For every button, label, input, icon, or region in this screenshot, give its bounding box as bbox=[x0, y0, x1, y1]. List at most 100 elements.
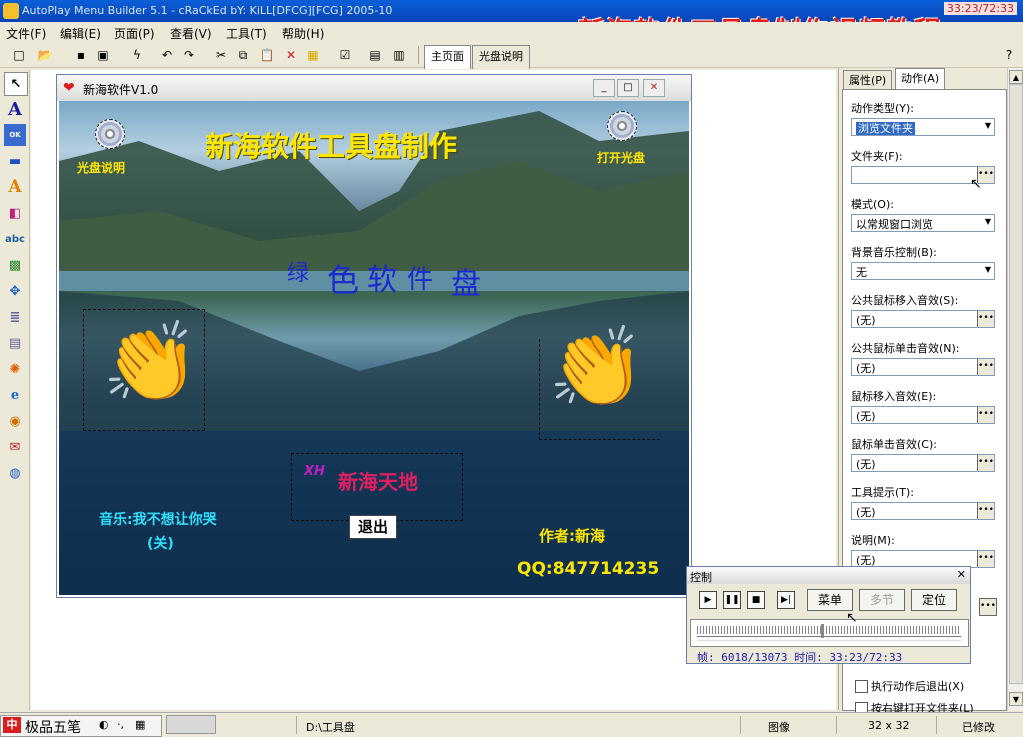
save-all-icon[interactable]: ▣ bbox=[94, 46, 112, 64]
cut-icon[interactable]: ✂ bbox=[212, 46, 230, 64]
document-tool-icon[interactable]: ▤ bbox=[4, 332, 26, 354]
status-bar: 中 极品五笔 ◐ ·, ▦ D:\工具盘 图像 32 x 32 已修改 bbox=[0, 712, 1023, 737]
hover-sound-field[interactable]: (无) ••• bbox=[851, 406, 995, 424]
next-frame-icon[interactable]: ▶| bbox=[777, 591, 795, 609]
toolbar-separator bbox=[418, 46, 419, 64]
global-click-sound-field[interactable]: (无) ••• bbox=[851, 358, 995, 376]
music-label[interactable]: 音乐:我不想让你哭 bbox=[99, 509, 217, 529]
exit-after-action-label: 执行动作后退出(X) bbox=[871, 680, 965, 693]
list-tool-icon[interactable]: ≣ bbox=[4, 306, 26, 328]
action-type-dropdown[interactable]: 浏览文件夹 bbox=[851, 118, 995, 136]
scroll-down-icon[interactable]: ▼ bbox=[1009, 692, 1023, 706]
ime-logo-icon[interactable]: 中 bbox=[3, 717, 21, 733]
select-arrow-icon[interactable]: ↖ bbox=[4, 72, 28, 96]
global-hover-sound-field[interactable]: (无) ••• bbox=[851, 310, 995, 328]
multi-section-button[interactable]: 多节 bbox=[859, 589, 905, 611]
browse-button[interactable]: ••• bbox=[979, 598, 997, 616]
panel-scrollbar[interactable]: ▲ ▼ bbox=[1007, 68, 1023, 710]
ime-name: 极品五笔 bbox=[25, 720, 81, 736]
exit-after-action-checkbox[interactable] bbox=[855, 680, 868, 693]
hand-right-selection[interactable]: 👏 bbox=[539, 329, 660, 440]
browse-button[interactable]: ••• bbox=[977, 359, 994, 375]
flash-tool-icon[interactable]: ✺ bbox=[4, 358, 26, 380]
punctuation-icon[interactable]: ·, bbox=[117, 718, 124, 731]
new-file-icon[interactable]: □ bbox=[10, 46, 28, 64]
disc-icon-left[interactable] bbox=[95, 119, 125, 149]
undo-icon[interactable]: ↶ bbox=[158, 46, 176, 64]
locate-button[interactable]: 定位 bbox=[911, 589, 957, 611]
browser-tool-icon[interactable]: e bbox=[4, 384, 26, 406]
disc-icon-right[interactable] bbox=[607, 111, 637, 141]
redo-icon[interactable]: ↷ bbox=[180, 46, 198, 64]
close-icon[interactable]: ✕ bbox=[957, 568, 966, 581]
design-window[interactable]: ❤ 新海软件V1.0 _ □ ✕ 光盘说明 新海软件工具盘制作 打开光盘 绿 色… bbox=[56, 74, 692, 598]
paste-icon[interactable]: 📋 bbox=[258, 46, 276, 64]
save-icon[interactable]: ▪ bbox=[72, 46, 90, 64]
browse-button[interactable]: ••• bbox=[977, 407, 994, 423]
hotspot-tool-icon[interactable]: ✥ bbox=[4, 280, 26, 302]
browse-button[interactable]: ••• bbox=[977, 311, 994, 327]
delete-icon[interactable]: ✕ bbox=[282, 46, 300, 64]
text-tool-icon[interactable]: A bbox=[4, 98, 26, 120]
menu-button[interactable]: 菜单 bbox=[807, 589, 853, 611]
scroll-thumb[interactable] bbox=[1009, 84, 1023, 684]
image-tool-icon[interactable]: ▩ bbox=[4, 254, 26, 276]
close-icon[interactable]: ✕ bbox=[643, 79, 665, 97]
copy-icon[interactable]: ⧉ bbox=[234, 46, 252, 64]
click-sound-field[interactable]: (无) ••• bbox=[851, 454, 995, 472]
global-click-sound-label: 公共鼠标单击音效(N): bbox=[851, 342, 960, 355]
browse-button[interactable]: ••• bbox=[977, 551, 994, 567]
moon-icon[interactable]: ◐ bbox=[99, 718, 109, 731]
tooltip-label: 工具提示(T): bbox=[851, 486, 915, 499]
menu-edit[interactable]: 编辑(E) bbox=[60, 25, 101, 42]
globe-tool-icon[interactable]: ◍ bbox=[4, 462, 26, 484]
duplicate-icon[interactable]: ▦ bbox=[304, 46, 322, 64]
timeline-slider[interactable] bbox=[690, 619, 969, 647]
minimize-icon[interactable]: _ bbox=[593, 79, 615, 97]
menu-page[interactable]: 页面(P) bbox=[114, 25, 155, 42]
menu-file[interactable]: 文件(F) bbox=[6, 25, 46, 42]
stop-icon[interactable]: ■ bbox=[747, 591, 765, 609]
timeline-knob[interactable] bbox=[821, 624, 824, 638]
chat-tool-icon[interactable]: ✉ bbox=[4, 436, 26, 458]
tab-actions[interactable]: 动作(A) bbox=[895, 68, 946, 91]
menu-tools[interactable]: 工具(T) bbox=[226, 25, 267, 42]
hand-left-selection[interactable]: 👏 bbox=[83, 309, 205, 431]
bg-music-dropdown[interactable]: 无 bbox=[851, 262, 995, 280]
menu-view[interactable]: 查看(V) bbox=[170, 25, 212, 42]
pause-icon[interactable]: ❚❚ bbox=[723, 591, 741, 609]
scroll-up-icon[interactable]: ▲ bbox=[1009, 70, 1023, 84]
tab-properties[interactable]: 属性(P) bbox=[843, 70, 893, 91]
help-icon[interactable]: ? bbox=[1000, 46, 1018, 64]
play-icon[interactable]: ▶ bbox=[699, 591, 717, 609]
tooltip-field[interactable]: (无) ••• bbox=[851, 502, 995, 520]
tab-main-page[interactable]: 主页面 bbox=[424, 45, 471, 69]
properties-icon[interactable]: ☑ bbox=[336, 46, 354, 64]
menu-help[interactable]: 帮助(H) bbox=[282, 25, 324, 42]
button-tool-icon[interactable]: OK bbox=[4, 124, 26, 146]
shape-tool-icon[interactable]: ◧ bbox=[4, 202, 26, 224]
mode-dropdown[interactable]: 以常规窗口浏览 bbox=[851, 214, 995, 232]
clap-hands-icon: 👏 bbox=[548, 323, 646, 413]
music-state[interactable]: (关) bbox=[147, 533, 174, 553]
abc-tool-icon[interactable]: abc bbox=[4, 228, 26, 250]
logo-mark: XH bbox=[304, 464, 325, 479]
open-folder-icon[interactable]: 📂 bbox=[36, 46, 54, 64]
exit-button[interactable]: 退出 bbox=[349, 515, 397, 539]
timeline-track bbox=[697, 636, 961, 641]
ime-toolbar[interactable]: 中 极品五笔 ◐ ·, ▦ bbox=[0, 715, 162, 737]
run-icon[interactable]: ϟ bbox=[128, 46, 146, 64]
logo-selection[interactable]: XH 新海天地 bbox=[291, 453, 463, 521]
tab-disc-info[interactable]: 光盘说明 bbox=[472, 45, 530, 69]
cool-text-icon[interactable]: A bbox=[4, 176, 26, 198]
browse-button[interactable]: ••• bbox=[977, 503, 994, 519]
disc-info-label: 光盘说明 bbox=[77, 161, 126, 175]
maximize-icon[interactable]: □ bbox=[617, 79, 639, 97]
media-tool-icon[interactable]: ◉ bbox=[4, 410, 26, 432]
page-remove-icon[interactable]: ▥ bbox=[390, 46, 408, 64]
browse-button[interactable]: ••• bbox=[977, 455, 994, 471]
page-add-icon[interactable]: ▤ bbox=[366, 46, 384, 64]
keyboard-icon[interactable]: ▦ bbox=[135, 718, 145, 731]
bar-tool-icon[interactable]: ▬ bbox=[4, 150, 26, 172]
lake-mountain-background: 光盘说明 新海软件工具盘制作 打开光盘 绿 色 软 件 盘 👏 👏 XH 新海天… bbox=[59, 101, 689, 595]
